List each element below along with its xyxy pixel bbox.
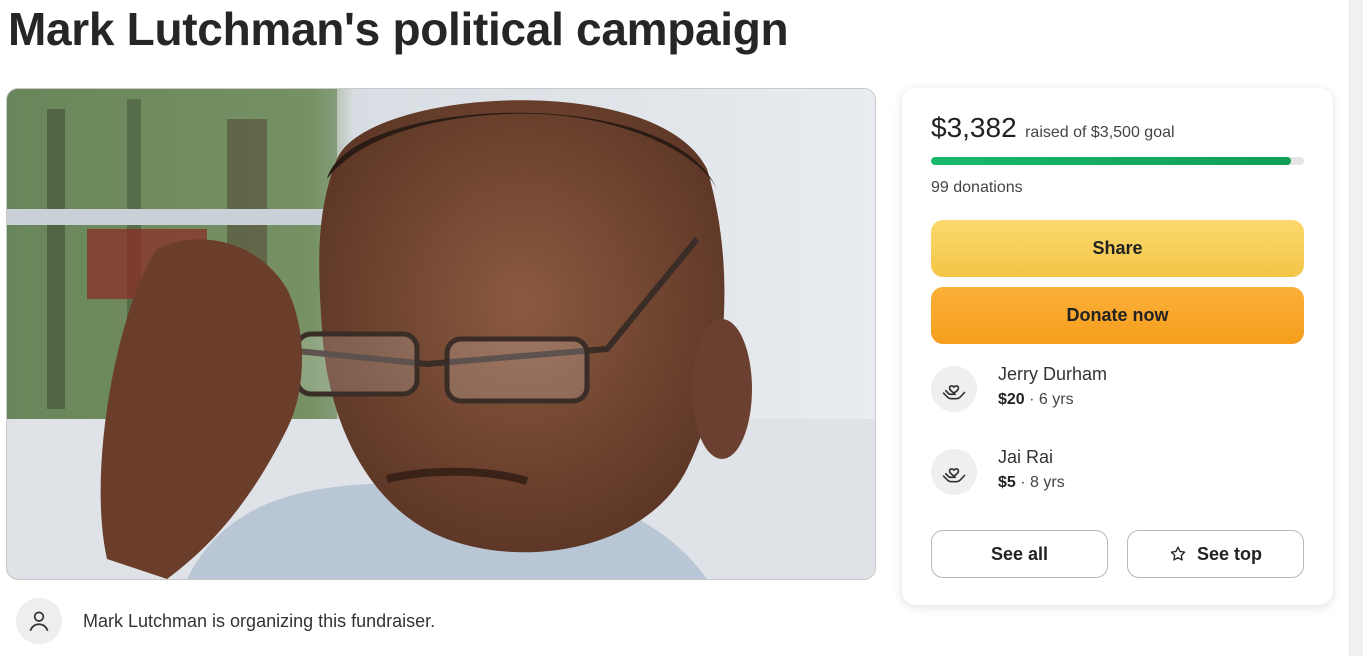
donor-meta: $20 · 6 yrs xyxy=(998,391,1107,409)
goal-text: raised of $3,500 goal xyxy=(1025,124,1175,141)
donations-count: 99 donations xyxy=(931,179,1023,196)
page-scrollbar[interactable] xyxy=(1349,0,1363,656)
donor-item: Jerry Durham $20 · 6 yrs xyxy=(931,364,1108,412)
donor-item: Jai Rai $5 · 8 yrs xyxy=(931,447,1065,495)
organizer-row: Mark Lutchman is organizing this fundrai… xyxy=(16,598,435,644)
donate-now-button[interactable]: Donate now xyxy=(931,287,1304,344)
donor-time: · 8 yrs xyxy=(1015,474,1065,491)
donor-amount: $5 xyxy=(998,474,1016,491)
page-title: Mark Lutchman's political campaign xyxy=(8,3,789,55)
donor-amount: $20 xyxy=(998,391,1025,408)
donation-card: $3,382 raised of $3,500 goal 99 donation… xyxy=(902,88,1333,605)
see-top-button[interactable]: See top xyxy=(1127,530,1304,578)
donor-name: Jai Rai xyxy=(998,447,1054,467)
portrait-image xyxy=(7,89,875,579)
see-all-button[interactable]: See all xyxy=(931,530,1108,578)
progress-fill xyxy=(931,157,1292,165)
donor-name: Jerry Durham xyxy=(998,364,1108,384)
donor-time: · 6 yrs xyxy=(1024,391,1074,408)
raised-amount: $3,382 xyxy=(931,112,1017,143)
heart-hand-icon xyxy=(931,449,977,495)
share-button[interactable]: Share xyxy=(931,220,1304,277)
see-top-label: See top xyxy=(1196,543,1262,564)
organizer-text: Mark Lutchman is organizing this fundrai… xyxy=(83,610,436,631)
see-all-label: See all xyxy=(990,543,1049,564)
campaign-photo xyxy=(6,88,876,580)
progress-bar xyxy=(931,157,1304,165)
amount-line: $3,382 raised of $3,500 goal xyxy=(931,112,1175,144)
donor-meta: $5 · 8 yrs xyxy=(998,474,1065,492)
star-icon xyxy=(1169,545,1187,563)
heart-hand-icon xyxy=(931,366,977,412)
user-icon xyxy=(16,598,62,644)
